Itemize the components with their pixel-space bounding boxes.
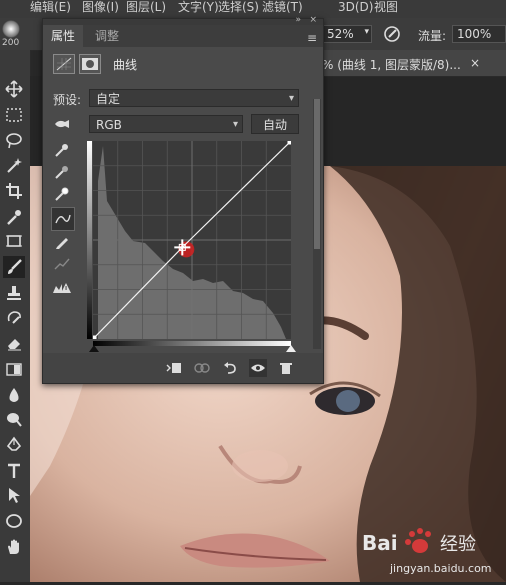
curve-edit-points-icon[interactable] — [51, 207, 75, 231]
flow-label: 流量: — [418, 29, 447, 43]
watermark-url: jingyan.baidu.com — [389, 562, 492, 575]
move-icon[interactable] — [3, 78, 25, 100]
svg-text:Bai: Bai — [362, 531, 398, 555]
lasso-icon[interactable] — [3, 130, 25, 152]
channel-select[interactable]: RGB ▾ — [89, 115, 243, 133]
menu-bar: 编辑(E) 图像(I) 图层(L) 文字(Y) 选择(S) 滤镜(T) 3D(D… — [0, 0, 506, 18]
white-input-slider[interactable] — [286, 345, 296, 352]
chevron-down-icon: ▾ — [288, 93, 294, 104]
pen-icon[interactable] — [3, 434, 25, 456]
curve-plot[interactable] — [89, 137, 295, 343]
history-brush-icon[interactable] — [3, 306, 25, 328]
collapse-icon[interactable]: » — [295, 15, 301, 25]
preset-select[interactable]: 自定 ▾ — [89, 89, 299, 107]
document-title: % (曲线 1, 图层蒙版/8)... — [322, 58, 461, 72]
adjustment-title: 曲线 — [113, 58, 138, 72]
shape-icon[interactable] — [3, 510, 25, 532]
panel-menu-icon[interactable]: ≡ — [307, 31, 319, 45]
tab-adjustments[interactable]: 调整 — [87, 25, 127, 47]
white-point-eyedropper-icon[interactable] — [51, 183, 73, 205]
brush-icon[interactable] — [3, 256, 25, 278]
menu-edit[interactable]: 编辑(E) — [30, 0, 71, 14]
frame-icon[interactable] — [3, 230, 25, 252]
pencil-draw-icon[interactable] — [51, 231, 73, 253]
chevron-down-icon: ▾ — [364, 27, 369, 37]
menu-view[interactable]: 视图 — [374, 0, 398, 14]
brush-preset-icon[interactable] — [2, 20, 20, 38]
delete-trash-icon[interactable] — [277, 359, 295, 377]
path-select-icon[interactable] — [3, 484, 25, 506]
zoom-select[interactable]: 52% ▾ — [322, 25, 372, 43]
panel-footer — [43, 353, 323, 383]
auto-button[interactable]: 自动 — [251, 114, 299, 134]
tools-panel — [0, 50, 31, 582]
curve-control-point — [89, 335, 97, 343]
magic-wand-icon[interactable] — [3, 154, 25, 176]
close-icon[interactable]: × — [309, 15, 317, 25]
clip-to-layer-icon[interactable] — [165, 359, 183, 377]
menu-image[interactable]: 图像(I) — [82, 0, 119, 14]
target-adjust-icon[interactable] — [51, 113, 73, 135]
menu-layer[interactable]: 图层(L) — [126, 0, 166, 14]
panel-scrollbar[interactable] — [313, 99, 321, 349]
tab-properties[interactable]: 属性 — [43, 25, 84, 47]
clipping-warning-icon[interactable] — [51, 277, 73, 299]
brush-size-label: 200 — [2, 38, 20, 48]
dodge-icon[interactable] — [3, 408, 25, 430]
curves-graph[interactable] — [89, 137, 295, 343]
panel-header: 曲线 — [51, 54, 313, 76]
output-gradient — [87, 141, 92, 339]
svg-text:经验: 经验 — [440, 534, 476, 555]
input-gradient — [93, 341, 291, 346]
scrollbar-thumb[interactable] — [314, 99, 320, 249]
black-input-slider[interactable] — [89, 345, 99, 352]
black-point-eyedropper-icon[interactable] — [51, 139, 73, 161]
eyedropper-icon[interactable] — [3, 206, 25, 228]
pressure-opacity-icon[interactable] — [382, 24, 402, 44]
properties-panel: » × 属性 调整 ≡ 曲线 预设: 自定 ▾ RGB ▾ 自动 — [42, 15, 324, 384]
document-tab[interactable]: % (曲线 1, 图层蒙版/8)... × — [322, 50, 506, 77]
layer-mask-icon[interactable] — [79, 54, 101, 74]
gray-point-eyedropper-icon[interactable] — [51, 161, 73, 183]
crop-icon[interactable] — [3, 180, 25, 202]
view-previous-state-icon[interactable] — [193, 359, 211, 377]
watermark-logo: Bai 经验 jingyan.baidu.com — [360, 522, 506, 582]
chevron-down-icon: ▾ — [232, 119, 238, 130]
reset-icon[interactable] — [221, 359, 239, 377]
flow-field[interactable]: 100% — [452, 25, 506, 43]
preset-label: 预设: — [53, 93, 82, 107]
curve-control-point — [287, 137, 295, 145]
curves-adjustment-icon — [53, 54, 75, 74]
marquee-icon[interactable] — [3, 104, 25, 126]
menu-select[interactable]: 选择(S) — [218, 0, 259, 14]
menu-type[interactable]: 文字(Y) — [178, 0, 219, 14]
menu-3d[interactable]: 3D(D) — [338, 0, 373, 14]
eraser-icon[interactable] — [3, 332, 25, 354]
clone-stamp-icon[interactable] — [3, 282, 25, 304]
menu-filter[interactable]: 滤镜(T) — [262, 0, 303, 14]
gradient-icon[interactable] — [3, 358, 25, 380]
visibility-eye-icon[interactable] — [249, 359, 267, 377]
close-icon[interactable]: × — [470, 56, 480, 70]
hand-icon[interactable] — [3, 536, 25, 558]
blur-icon[interactable] — [3, 384, 25, 406]
type-icon[interactable] — [3, 460, 25, 482]
panel-tabs: 属性 调整 ≡ — [43, 25, 323, 47]
smooth-curve-icon[interactable] — [51, 253, 73, 275]
